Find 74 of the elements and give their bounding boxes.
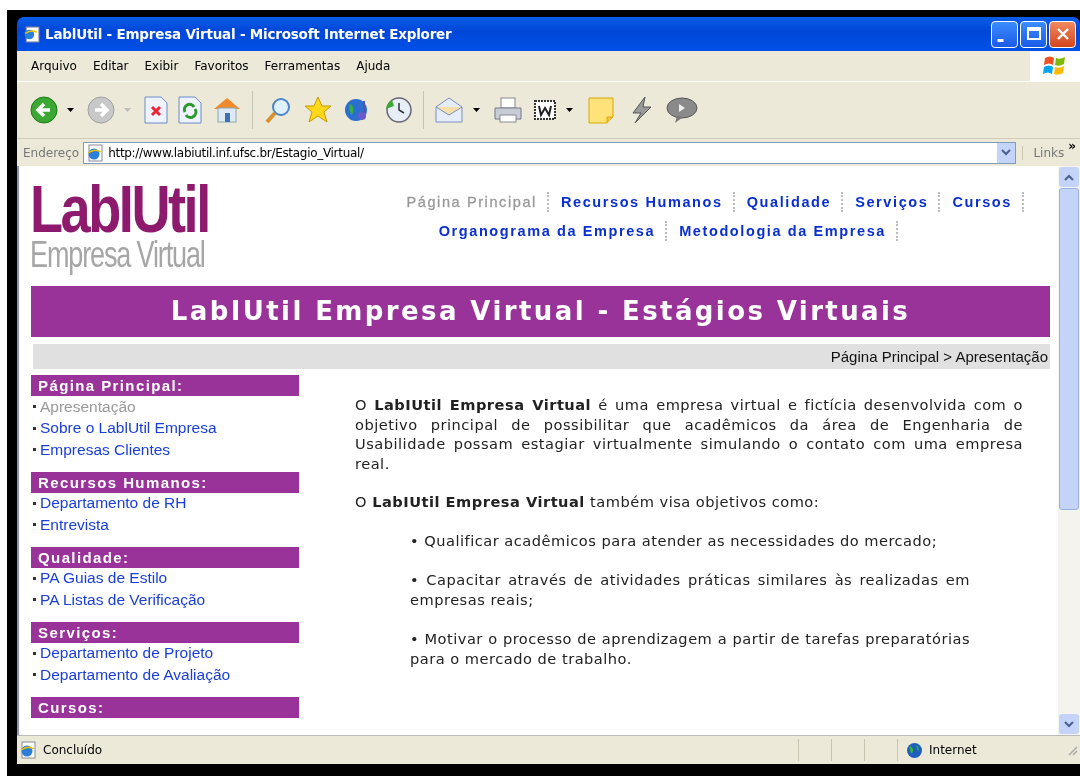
back-button[interactable] (27, 93, 61, 127)
bullet-paragraph: • Motivar o processo de aprendizagem a partir de tarefas preparatórias para o mercado de trabalho. (410, 628, 970, 669)
menu-item[interactable]: Arquivo (23, 59, 85, 73)
dropdown-caret-icon[interactable] (566, 108, 573, 112)
sidebar-link[interactable]: PA Listas de Verificação (40, 590, 206, 609)
chevron-down-icon (1001, 149, 1012, 156)
maximize-button[interactable] (1020, 20, 1047, 48)
sidebar-heading: Qualidade: (31, 546, 299, 568)
resize-grip-icon[interactable] (1066, 744, 1078, 756)
chevron-up-icon (1064, 173, 1074, 181)
menu-item[interactable]: Editar (84, 59, 137, 73)
minimize-button[interactable] (991, 20, 1018, 48)
minimize-icon (997, 38, 1004, 42)
address-field[interactable]: http://www.labiutil.inf.ufsc.br/Estagio_Virtual/ (83, 141, 1017, 164)
bullet-icon (33, 448, 36, 452)
paragraph: O LabIUtil Empresa Virtual também visa objetivos como: (355, 492, 821, 512)
sidebar-heading: Serviços: (31, 621, 299, 643)
zone-label: Internet (929, 743, 977, 757)
chevron-down-icon (1064, 720, 1074, 728)
breadcrumb: Página Principal > Apresentação (33, 344, 1050, 369)
sidebar-link[interactable]: PA Guias de Estilo (40, 569, 168, 588)
nav-link[interactable]: Recursos Humanos (560, 194, 723, 210)
sidebar-link[interactable]: Entrevista (40, 515, 109, 534)
nav-link[interactable]: Cursos (952, 194, 1012, 210)
menu-item[interactable]: Ferramentas (256, 59, 349, 73)
nav-link[interactable]: Organograma da Empresa (438, 223, 656, 239)
refresh-button[interactable] (175, 93, 205, 127)
paragraph: O LabIUtil Empresa Virtual é uma empresa virtual e fictícia desenvolvida com o objetivo principal de possibilitar que acadêmicos da área de Engenharia de Usabilidade possam estagiar virtualmente simulando o contato com uma empresa real. (355, 395, 1023, 473)
browser-page-icon (23, 25, 40, 43)
scroll-thumb[interactable] (1059, 188, 1079, 510)
windows-logo-icon (1042, 55, 1068, 77)
sidebar-link[interactable]: Departamento de RH (40, 494, 187, 513)
status-text: Concluído (43, 743, 103, 757)
sidebar-heading: Página Principal: (31, 375, 299, 396)
page-icon (86, 143, 105, 162)
scroll-up-button[interactable] (1059, 167, 1079, 187)
dropdown-button[interactable] (997, 142, 1016, 163)
bullet-icon (33, 501, 36, 505)
sidebar-link[interactable]: Departamento de Projeto (40, 644, 214, 663)
bullet-paragraph: • Capacitar através de atividades práticas similares às realizadas em empresas reais; (410, 569, 970, 610)
bullet-icon (33, 523, 36, 527)
sidebar-link[interactable]: Empresas Clientes (40, 440, 171, 459)
menu-item[interactable]: Ajuda (348, 59, 399, 73)
page-banner: LabIUtil Empresa Virtual - Estágios Virtuais (31, 286, 1050, 337)
bullet-paragraph: • Qualificar acadêmicos para atender as necessidades do mercado; (410, 530, 939, 551)
forward-button[interactable] (84, 93, 118, 127)
close-button[interactable] (1049, 20, 1076, 48)
page-icon (19, 741, 37, 759)
logo: LabIUtil Empresa Virtual (30, 172, 210, 277)
menu-item[interactable]: Favoritos (186, 59, 257, 73)
bullet-icon (33, 426, 36, 430)
bullet-icon (33, 673, 36, 677)
globe-icon (906, 741, 923, 759)
address-label: Endereço (23, 145, 80, 160)
sidebar-heading: Recursos Humanos: (31, 471, 299, 493)
nav-link[interactable]: Serviços (855, 194, 929, 210)
stop-button[interactable] (141, 93, 171, 127)
links-label[interactable]: Links (1022, 145, 1069, 160)
window-title: LablUtil - Empresa Virtual - Microsoft Internet Explorer (45, 26, 452, 42)
bullet-icon (33, 598, 36, 602)
menu-item[interactable]: Exibir (136, 59, 187, 73)
sidebar-link[interactable]: Departamento de Avaliação (40, 665, 231, 684)
scroll-down-button[interactable] (1059, 714, 1079, 734)
dropdown-caret-icon[interactable] (473, 108, 480, 112)
scrollbar[interactable] (1058, 166, 1080, 735)
sidebar-link[interactable]: Sobre o LablUtil Empresa (40, 419, 217, 438)
bullet-icon (33, 405, 36, 409)
nav-link[interactable]: Qualidade (746, 194, 832, 210)
bullet-icon (33, 651, 36, 655)
sidebar-heading: Cursos: (31, 696, 299, 718)
bullet-icon (33, 576, 36, 580)
dropdown-caret-icon[interactable] (67, 108, 74, 112)
nav-link[interactable]: Metodologia da Empresa (679, 223, 886, 239)
more-chevron[interactable]: » (1068, 139, 1080, 153)
